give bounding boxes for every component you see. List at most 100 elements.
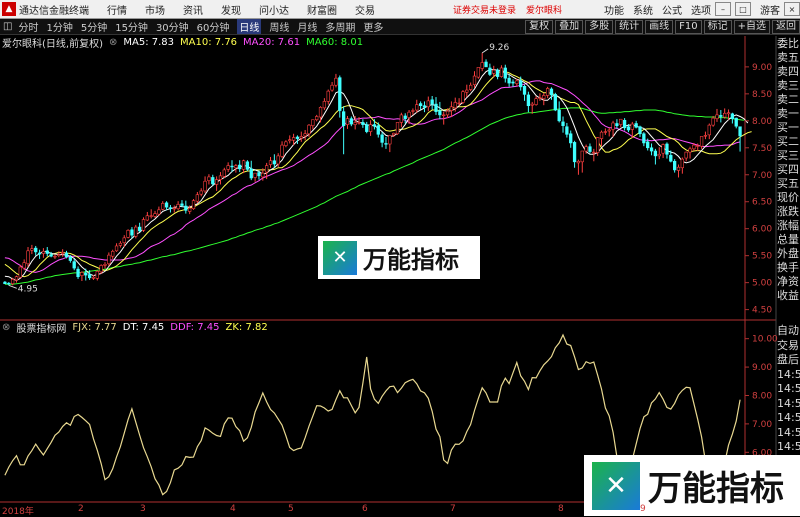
candle xyxy=(542,92,546,106)
candle xyxy=(199,188,203,197)
candle xyxy=(734,117,738,129)
side-panel-item: 买一 xyxy=(777,121,799,134)
candle xyxy=(18,264,22,279)
side-panel-item: 换手 xyxy=(777,261,799,274)
candle xyxy=(599,130,604,147)
candle xyxy=(438,101,442,120)
price-tick-label: 8.00 xyxy=(752,117,772,127)
side-panel-item: 买四 xyxy=(777,163,799,176)
candle xyxy=(95,270,99,281)
candle xyxy=(195,192,200,204)
candle xyxy=(349,116,353,127)
candle xyxy=(341,106,346,155)
side-panel-item: 卖五 xyxy=(777,51,799,64)
candle xyxy=(311,119,315,130)
candle xyxy=(380,132,384,148)
candle xyxy=(207,174,211,185)
indicator-name[interactable]: 股票指标网 xyxy=(16,320,66,335)
candle xyxy=(434,97,438,115)
side-panel-item: 涨幅 xyxy=(777,219,799,232)
candle xyxy=(145,211,149,222)
high-marker xyxy=(481,48,489,54)
trade-panel-item: 14:56 xyxy=(777,367,800,381)
candle xyxy=(565,122,569,138)
side-panel-item: 卖二 xyxy=(777,93,799,106)
candle xyxy=(168,204,173,213)
side-panel-item: 买二 xyxy=(777,135,799,148)
time-axis-label: 7 xyxy=(450,504,456,514)
price-tick-label: 9.00 xyxy=(752,63,772,73)
candle xyxy=(176,201,180,211)
watermark-logo-icon: ✕ xyxy=(323,240,357,275)
candle xyxy=(699,136,704,149)
candle xyxy=(126,229,130,239)
indicator-tick-label: 9.00 xyxy=(752,363,772,373)
candle xyxy=(211,174,215,186)
price-tick-label: 5.00 xyxy=(752,279,772,289)
price-tick-label: 7.00 xyxy=(752,171,772,181)
side-panel-item: 涨跌 xyxy=(777,205,799,218)
trade-panel-item: 自动 xyxy=(777,324,799,337)
side-panel-item: 卖三 xyxy=(777,79,799,92)
candle xyxy=(345,115,350,129)
candle xyxy=(141,217,146,232)
candle xyxy=(661,143,665,159)
candle xyxy=(249,160,253,181)
candle xyxy=(472,71,477,88)
side-panel-item: 净资 xyxy=(777,275,799,288)
candle xyxy=(588,143,592,154)
candle xyxy=(226,162,230,173)
candle xyxy=(415,99,419,113)
candle xyxy=(149,209,153,219)
indicator-tick-label: 10.00 xyxy=(752,335,778,345)
candle xyxy=(484,59,488,68)
price-tick-label: 4.50 xyxy=(752,306,772,316)
candle xyxy=(707,123,711,140)
candle xyxy=(730,112,735,124)
side-panel-item: 卖四 xyxy=(777,65,799,78)
side-panel-item: 买三 xyxy=(777,149,799,162)
candle xyxy=(572,140,577,168)
candle xyxy=(114,243,119,252)
candle xyxy=(553,92,557,112)
candle xyxy=(41,248,46,258)
candle xyxy=(7,282,11,286)
trade-panel-item: 14:56 xyxy=(777,440,800,453)
fjx-value: FJX: 7.77 xyxy=(72,321,117,333)
candle xyxy=(476,67,480,79)
candle xyxy=(322,98,327,111)
time-axis-label: 3 xyxy=(140,504,146,514)
candle xyxy=(365,121,369,134)
candle xyxy=(468,82,473,92)
candle xyxy=(222,167,226,178)
candle xyxy=(388,134,392,153)
candle xyxy=(719,110,723,123)
price-tick-label: 8.50 xyxy=(752,90,772,100)
candle xyxy=(368,120,373,136)
high-label: 9.26 xyxy=(489,43,509,53)
dt-value: DT: 7.45 xyxy=(122,321,165,333)
time-axis-label: 6 xyxy=(362,504,368,514)
candle xyxy=(218,172,223,185)
time-axis-label: 4 xyxy=(230,504,236,514)
candle xyxy=(703,131,708,140)
candle xyxy=(203,176,207,194)
candle xyxy=(576,159,581,175)
ddf-value: DDF: 7.45 xyxy=(170,321,220,333)
indicator-tick-label: 8.00 xyxy=(752,391,772,401)
candle xyxy=(214,176,219,191)
indicator-info-line: ⊗ 股票指标网 FJX: 7.77 DT: 7.45 DDF: 7.45 ZK:… xyxy=(0,320,274,335)
indicator-settings-icon[interactable]: ⊗ xyxy=(2,322,10,333)
time-axis-label: 9 xyxy=(640,504,646,514)
candle xyxy=(603,128,608,135)
candle xyxy=(284,140,288,148)
candle xyxy=(449,101,454,118)
candle xyxy=(422,101,427,113)
candle xyxy=(241,159,246,174)
candle xyxy=(534,96,538,106)
candle xyxy=(134,224,138,239)
candle xyxy=(465,84,469,98)
candle xyxy=(715,108,719,122)
candle xyxy=(288,135,292,144)
candle xyxy=(522,84,527,101)
